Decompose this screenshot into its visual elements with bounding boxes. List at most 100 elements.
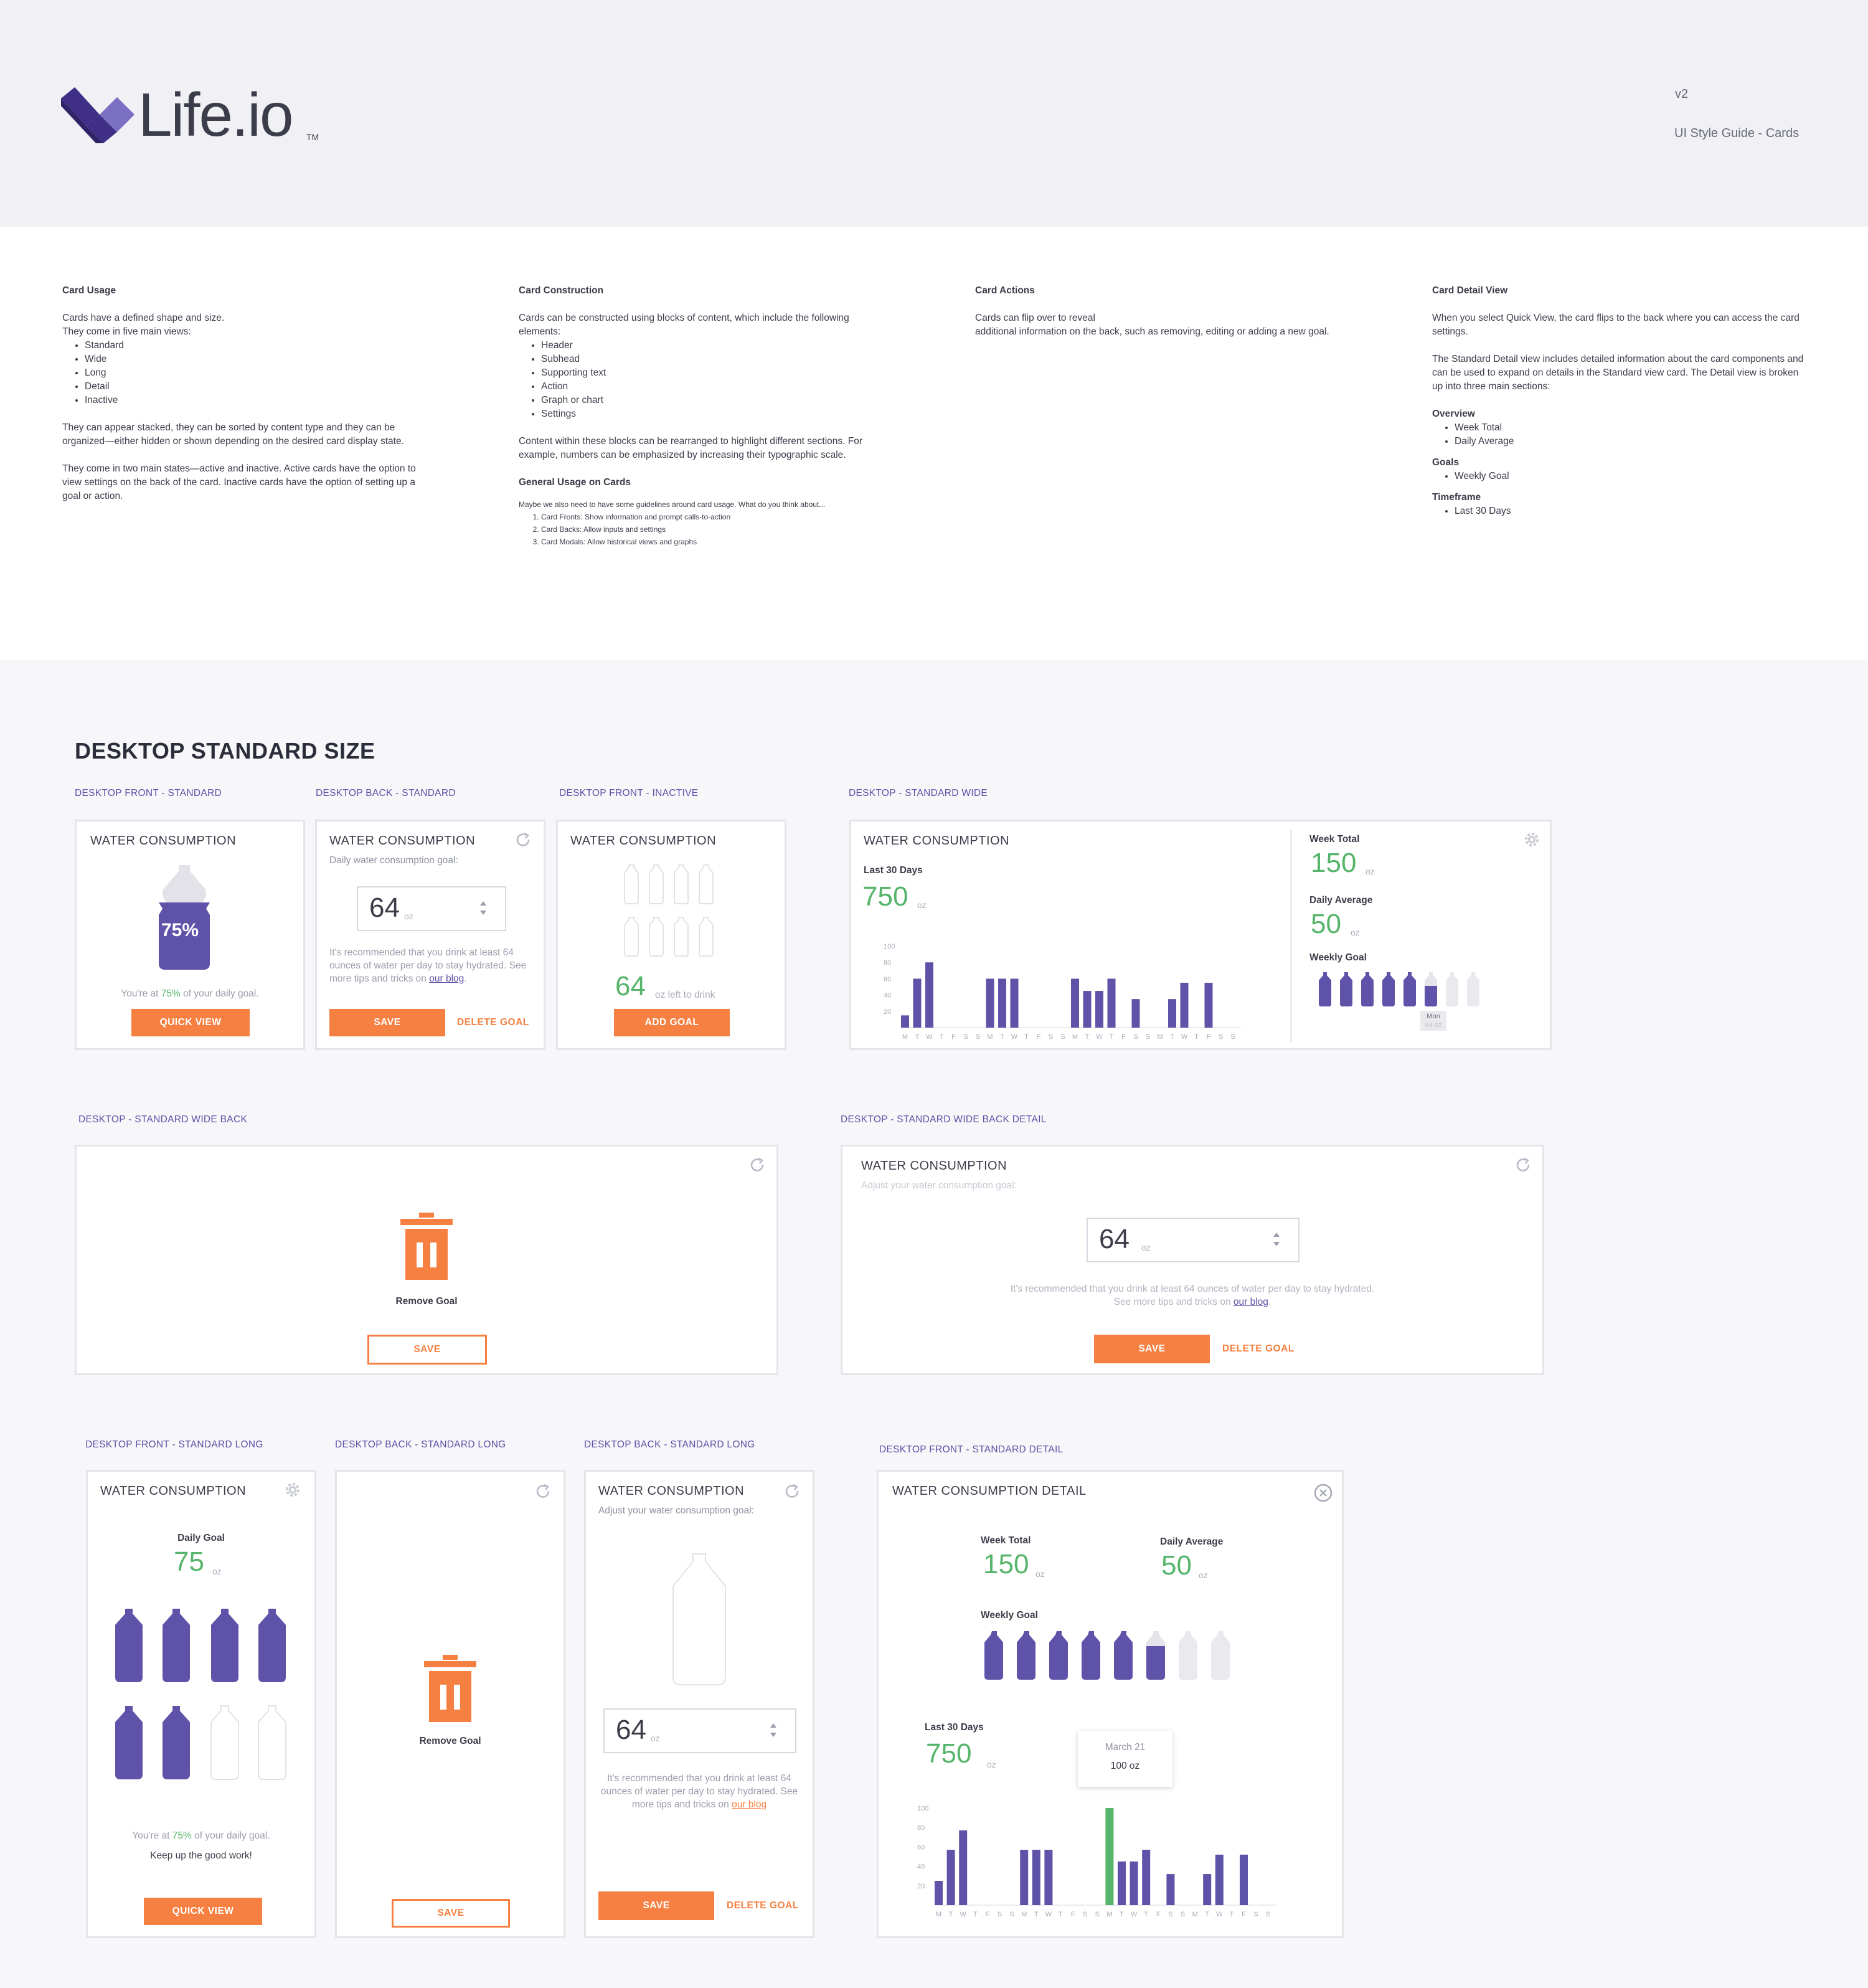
list-item: Settings [541,407,892,421]
life-io-logo-icon [61,87,134,143]
x-tick-label: T [1059,1911,1063,1918]
save-button[interactable]: SAVE [392,1899,510,1928]
chart-bar[interactable] [1044,1850,1053,1905]
chart-bar[interactable] [1071,978,1079,1028]
goal-stepper[interactable]: 64 oz [1087,1218,1300,1262]
chart-bar[interactable] [1010,978,1019,1028]
general-usage-heading: General Usage on Cards [519,477,631,488]
x-tick-label: T [940,1033,944,1041]
version-label: v2 [1675,87,1689,101]
x-tick-label: T [1110,1033,1114,1041]
chart-bar[interactable] [1203,1874,1212,1905]
chart-bar[interactable] [1118,1861,1126,1905]
last30-unit: oz [917,900,927,910]
label-wide-back-detail: DESKTOP - STANDARD WIDE BACK DETAIL [841,1114,1047,1125]
list-item: Detail [85,380,436,394]
chart-bar[interactable] [1131,999,1140,1028]
card-wide-back-detail: WATER CONSUMPTION Adjust your water cons… [841,1145,1544,1375]
close-icon[interactable] [1313,1483,1333,1503]
goal-stepper[interactable]: 64 oz [357,886,506,931]
gear-icon[interactable] [1522,830,1541,849]
save-button[interactable]: SAVE [598,1891,714,1920]
chart-bar[interactable] [925,962,933,1028]
daily-goal-unit: oz [212,1566,222,1576]
save-button[interactable]: SAVE [367,1335,487,1365]
trash-icon[interactable] [424,1655,476,1723]
x-tick-label: T [1170,1033,1174,1041]
label-back-standard: DESKTOP BACK - STANDARD [316,788,456,798]
blog-link[interactable]: our blog [429,973,464,984]
blog-link[interactable]: our blog [732,1799,767,1810]
chart-bar[interactable] [998,978,1006,1028]
chart-bar[interactable] [946,1850,955,1905]
week-total-unit: oz [1035,1569,1045,1579]
chart-bar[interactable] [1032,1850,1040,1905]
daily-average-label: Daily Average [1160,1536,1224,1547]
week-total-value: 150 [1311,848,1357,878]
chart-bar[interactable] [1168,999,1176,1028]
chart-bar[interactable] [1105,1808,1114,1905]
remaining-label: oz left to drink [655,990,715,1000]
x-tick-label: S [1230,1033,1235,1041]
remove-goal-label[interactable]: Remove Goal [77,1296,776,1307]
column-divider [1290,830,1292,1042]
progress-status: You're at 75% of your daily goal. [88,1830,314,1842]
trash-icon[interactable] [400,1213,453,1281]
chart-bar[interactable] [913,978,922,1028]
chart-bar[interactable] [1240,1854,1248,1905]
delete-goal-button[interactable]: DELETE GOAL [727,1900,799,1911]
card-subhead: Daily water consumption goal: [329,855,458,866]
stepper-arrows-icon[interactable] [1272,1230,1281,1249]
chart-bar[interactable] [1083,991,1092,1028]
chart-bar[interactable] [1166,1874,1175,1905]
chart-bar[interactable] [1215,1854,1224,1905]
save-button[interactable]: SAVE [329,1009,445,1036]
chart-bar[interactable] [901,1015,909,1028]
flip-icon[interactable] [1515,1157,1532,1174]
label-front-detail: DESKTOP FRONT - STANDARD DETAIL [879,1444,1064,1455]
delete-goal-button[interactable]: DELETE GOAL [457,1017,529,1028]
y-tick-label: 100 [917,1805,928,1812]
delete-goal-button[interactable]: DELETE GOAL [1222,1343,1295,1355]
chart-bar[interactable] [1107,978,1116,1028]
x-tick-label: T [1034,1911,1039,1918]
x-tick-label: S [1095,1911,1100,1918]
blog-link[interactable]: our blog [1234,1297,1268,1307]
chart-bar[interactable] [1130,1861,1138,1905]
tooltip-day: Mon [1427,1013,1440,1020]
header-banner: Life.io TM v2 UI Style Guide - Cards [0,0,1868,227]
add-goal-button[interactable]: ADD GOAL [614,1009,730,1036]
chart-bar[interactable] [1204,982,1213,1028]
quick-view-button[interactable]: QUICK VIEW [131,1009,250,1036]
gear-icon[interactable] [283,1480,302,1499]
card-usage-column: Card Usage Cards have a defined shape an… [62,284,436,517]
flip-icon[interactable] [749,1157,767,1174]
chart-bar[interactable] [1095,991,1103,1028]
card-back-long-remove: Remove Goal SAVE [335,1470,565,1938]
chart-bar[interactable] [1020,1850,1029,1905]
weekly-goal-label: Weekly Goal [981,1610,1038,1621]
flip-icon[interactable] [784,1483,801,1500]
chart-bar[interactable] [986,978,994,1028]
remove-goal-label[interactable]: Remove Goal [337,1736,564,1747]
x-tick-label: S [1266,1911,1270,1918]
chart-bar[interactable] [959,1830,968,1905]
rec-line-2: See more tips and tricks on our blog. [1113,1297,1271,1307]
x-tick-label: M [1157,1033,1163,1041]
stepper-arrows-icon[interactable] [769,1721,778,1740]
quick-view-button[interactable]: QUICK VIEW [144,1898,262,1925]
chart-bar[interactable] [1142,1850,1151,1905]
last30-value: 750 [926,1738,972,1769]
flip-icon[interactable] [515,831,532,849]
label-front-inactive: DESKTOP FRONT - INACTIVE [559,788,699,798]
status-suffix: of your daily goal. [180,988,259,999]
flip-icon[interactable] [535,1483,552,1500]
chart-bar[interactable] [935,1881,943,1905]
save-button[interactable]: SAVE [1094,1335,1210,1363]
daily-average-value: 50 [1311,909,1341,939]
chart-bar[interactable] [1180,982,1189,1028]
x-tick-label: S [1146,1033,1150,1041]
stepper-arrows-icon[interactable] [479,899,488,917]
goal-stepper[interactable]: 64 oz [603,1708,796,1753]
y-tick-label: 60 [917,1844,925,1851]
